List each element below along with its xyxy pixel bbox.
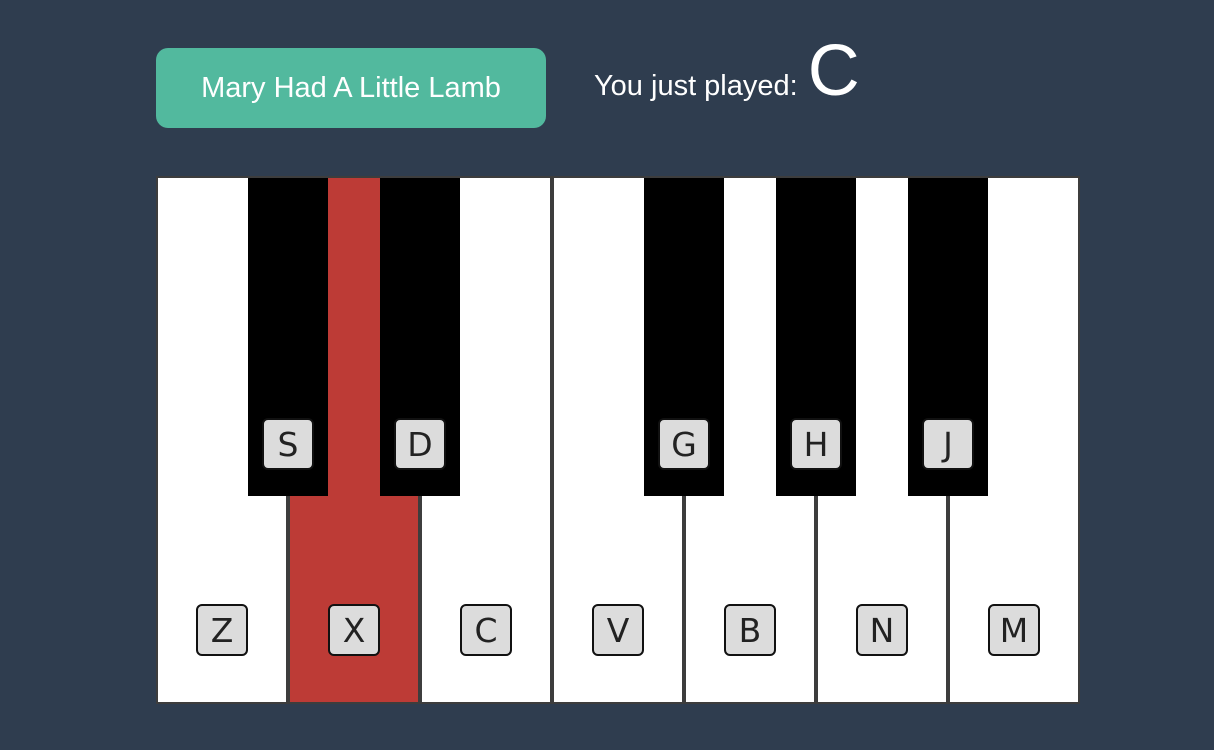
- black-key-d[interactable]: D: [380, 178, 460, 496]
- key-label: B: [724, 604, 776, 656]
- played-label: You just played:: [594, 70, 798, 102]
- key-label: C: [460, 604, 512, 656]
- played-status: You just played: C: [594, 30, 860, 111]
- key-label: G: [658, 418, 710, 470]
- black-key-s[interactable]: S: [248, 178, 328, 496]
- key-label: M: [988, 604, 1040, 656]
- key-label: V: [592, 604, 644, 656]
- key-label: H: [790, 418, 842, 470]
- key-label: X: [328, 604, 380, 656]
- black-key-g[interactable]: G: [644, 178, 724, 496]
- key-label: S: [262, 418, 314, 470]
- black-key-j[interactable]: J: [908, 178, 988, 496]
- piano-keyboard: Z X C V B N M S D G H J: [156, 176, 1080, 704]
- key-label: J: [922, 418, 974, 470]
- key-label: D: [394, 418, 446, 470]
- song-button[interactable]: Mary Had A Little Lamb: [156, 48, 546, 128]
- black-key-h[interactable]: H: [776, 178, 856, 496]
- played-note: C: [807, 31, 860, 111]
- key-label: Z: [196, 604, 248, 656]
- key-label: N: [856, 604, 908, 656]
